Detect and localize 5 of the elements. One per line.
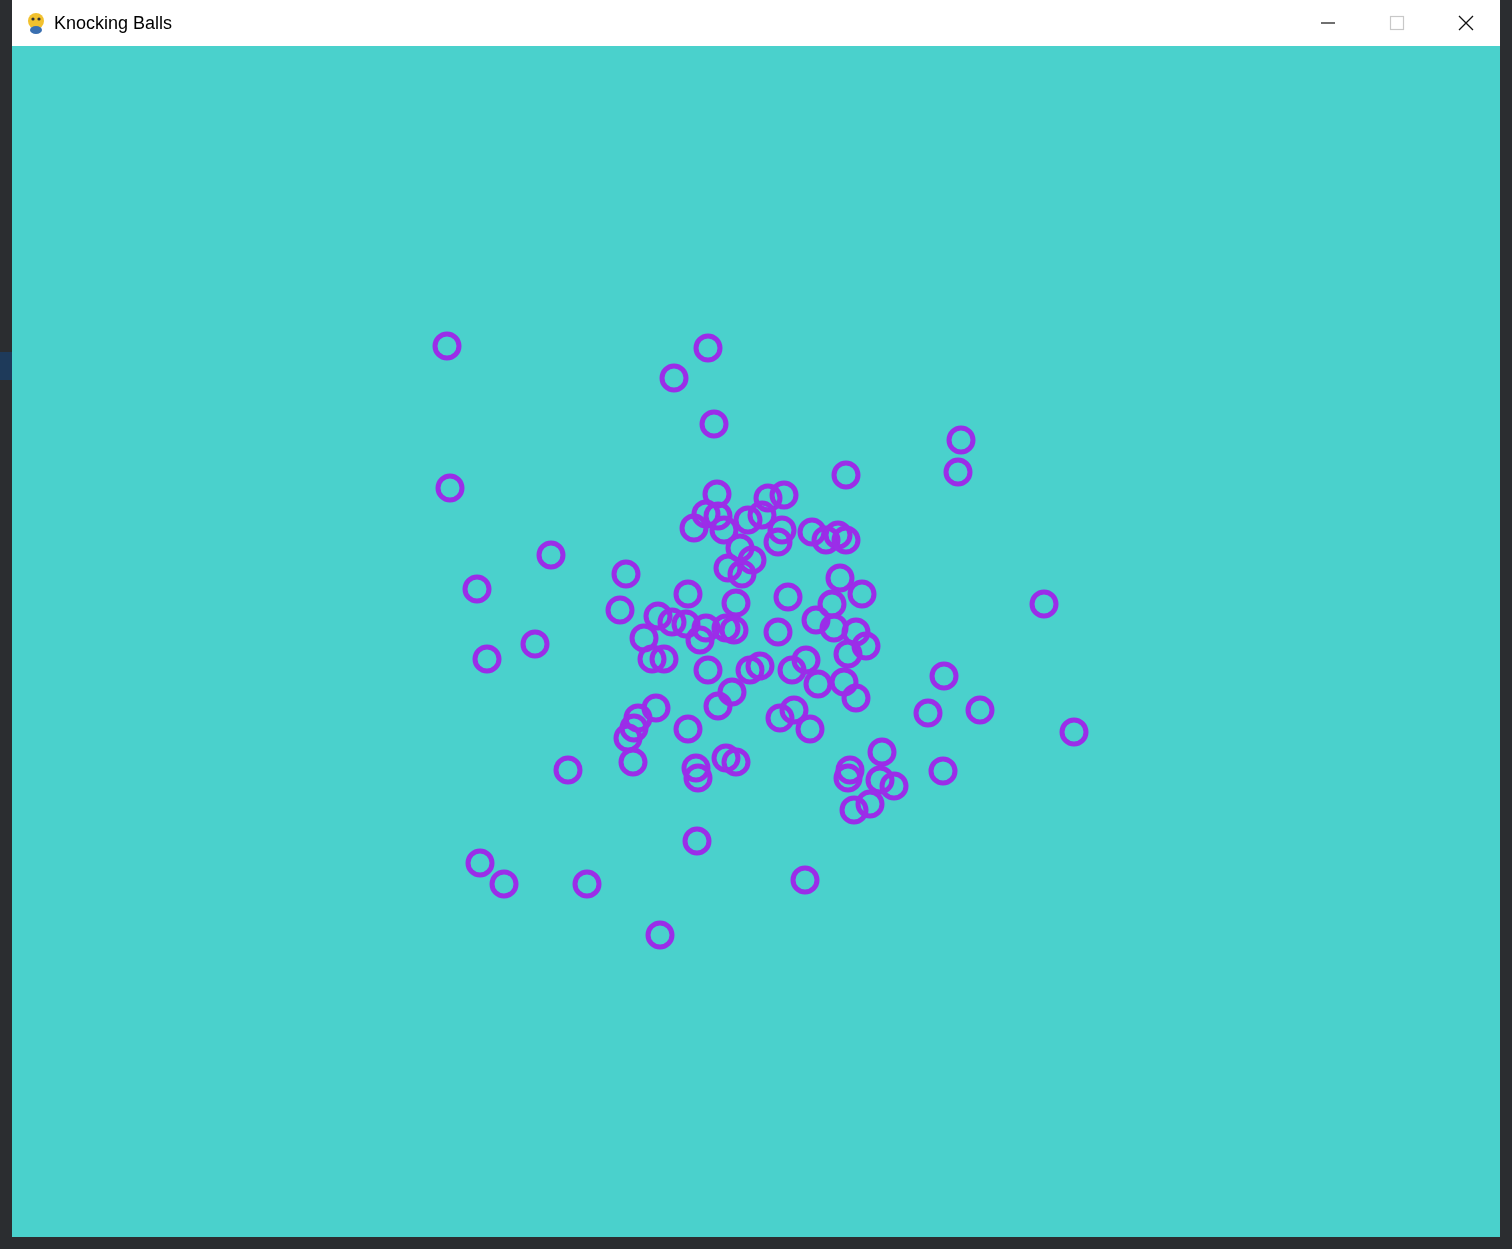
minimize-icon: [1319, 22, 1336, 24]
background-window-strip: [0, 352, 12, 380]
maximize-icon: [1388, 15, 1405, 31]
window-title: Knocking Balls: [54, 11, 173, 35]
close-icon: [1457, 15, 1474, 31]
